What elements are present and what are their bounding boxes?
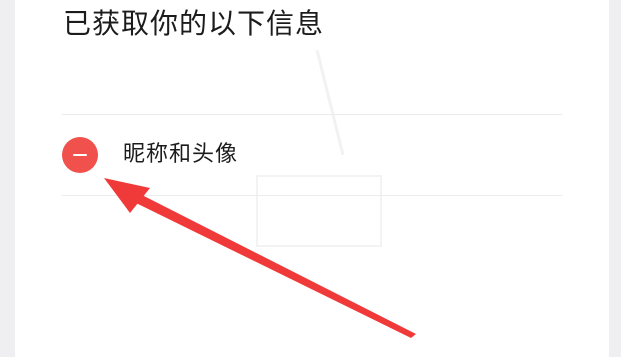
- remove-permission-button[interactable]: [62, 137, 98, 173]
- permission-label: 昵称和头像: [123, 142, 239, 167]
- authorized-info-sheet: 已获取你的以下信息 昵称和头像: [15, 0, 609, 357]
- page-title: 已获取你的以下信息: [63, 7, 325, 40]
- minus-icon: [73, 154, 87, 156]
- permission-item-nickname-avatar: 昵称和头像: [62, 115, 562, 195]
- divider: [62, 195, 562, 196]
